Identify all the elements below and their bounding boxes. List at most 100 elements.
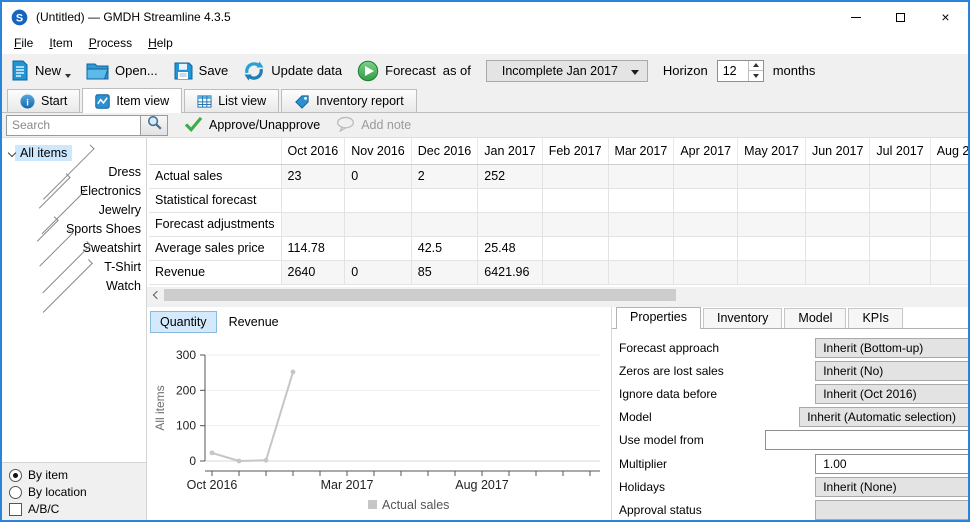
table-cell[interactable]: [542, 164, 608, 188]
table-cell[interactable]: 252: [478, 164, 542, 188]
table-cell[interactable]: [478, 188, 542, 212]
table-cell[interactable]: [411, 212, 478, 236]
tree-item-jewelry[interactable]: Jewelry: [2, 200, 146, 219]
table-cell[interactable]: [738, 260, 806, 284]
horizon-spin-up[interactable]: [749, 61, 763, 72]
table-cell[interactable]: [674, 260, 738, 284]
table-cell[interactable]: [542, 188, 608, 212]
table-cell[interactable]: 114.78: [281, 236, 345, 260]
maximize-button[interactable]: [878, 2, 923, 32]
table-horizontal-scrollbar[interactable]: [147, 287, 970, 303]
table-cell[interactable]: [345, 212, 412, 236]
table-cell[interactable]: [345, 236, 412, 260]
forecast-period-dropdown[interactable]: Incomplete Jan 2017: [486, 60, 648, 82]
approval-status-dropdown[interactable]: [815, 500, 970, 520]
table-cell[interactable]: [805, 236, 869, 260]
table-cell[interactable]: [930, 188, 970, 212]
table-cell[interactable]: 6421.96: [478, 260, 542, 284]
minimize-button[interactable]: [833, 2, 878, 32]
chart-tab-quantity[interactable]: Quantity: [150, 311, 217, 333]
menu-item-item[interactable]: Item: [41, 34, 80, 52]
table-cell[interactable]: [608, 260, 674, 284]
tab-list-view[interactable]: List view: [184, 89, 279, 112]
holidays-dropdown[interactable]: Inherit (None): [815, 477, 970, 497]
table-cell[interactable]: [411, 188, 478, 212]
table-cell[interactable]: [930, 212, 970, 236]
horizon-spin-down[interactable]: [749, 71, 763, 81]
table-cell[interactable]: [738, 164, 806, 188]
tree-item-dress[interactable]: Dress: [2, 162, 146, 181]
chart-tab-revenue[interactable]: Revenue: [219, 311, 289, 333]
zeros-are-lost-sales-dropdown[interactable]: Inherit (No): [815, 361, 970, 381]
table-cell[interactable]: 85: [411, 260, 478, 284]
table-cell[interactable]: [930, 260, 970, 284]
tree-item-watch[interactable]: Watch: [2, 276, 146, 295]
table-cell[interactable]: 25.48: [478, 236, 542, 260]
add-note-button[interactable]: Add note: [336, 116, 411, 135]
table-cell[interactable]: [345, 188, 412, 212]
scroll-left-button[interactable]: [147, 287, 163, 303]
table-cell[interactable]: [738, 236, 806, 260]
table-cell[interactable]: 0: [345, 164, 412, 188]
tab-item-view[interactable]: Item view: [82, 88, 182, 113]
table-cell[interactable]: [805, 164, 869, 188]
table-cell[interactable]: [870, 188, 930, 212]
ignore-data-before-dropdown[interactable]: Inherit (Oct 2016): [815, 384, 970, 404]
table-cell[interactable]: [674, 164, 738, 188]
table-cell[interactable]: [542, 212, 608, 236]
tab-start[interactable]: iStart: [7, 89, 80, 112]
menu-item-help[interactable]: Help: [140, 34, 181, 52]
props-tab-inventory[interactable]: Inventory: [703, 308, 782, 328]
table-cell[interactable]: [870, 164, 930, 188]
menu-item-process[interactable]: Process: [81, 34, 140, 52]
horizontal-scroll-thumb[interactable]: [164, 289, 676, 301]
open-button[interactable]: Open...: [86, 61, 158, 80]
table-cell[interactable]: 2: [411, 164, 478, 188]
close-button[interactable]: ×: [923, 2, 968, 32]
table-cell[interactable]: [608, 212, 674, 236]
table-cell[interactable]: [542, 260, 608, 284]
horizon-input[interactable]: [718, 61, 748, 81]
table-cell[interactable]: 0: [345, 260, 412, 284]
table-cell[interactable]: [608, 164, 674, 188]
model-dropdown[interactable]: Inherit (Automatic selection): [799, 407, 970, 427]
tab-inventory-report[interactable]: Inventory report: [281, 89, 417, 112]
table-cell[interactable]: [478, 212, 542, 236]
table-cell[interactable]: [608, 236, 674, 260]
tree-item-sports-shoes[interactable]: Sports Shoes: [2, 219, 146, 238]
table-cell[interactable]: 23: [281, 164, 345, 188]
table-cell[interactable]: [542, 236, 608, 260]
multiplier-spinner[interactable]: 1.00: [815, 454, 970, 474]
table-cell[interactable]: [805, 212, 869, 236]
table-cell[interactable]: [870, 260, 930, 284]
table-cell[interactable]: 42.5: [411, 236, 478, 260]
props-tab-properties[interactable]: Properties: [616, 307, 701, 329]
table-cell[interactable]: [870, 212, 930, 236]
table-cell[interactable]: [805, 188, 869, 212]
table-cell[interactable]: [870, 236, 930, 260]
table-cell[interactable]: [608, 188, 674, 212]
table-cell[interactable]: [805, 260, 869, 284]
use-model-from-combobox[interactable]: [765, 430, 970, 450]
table-cell[interactable]: [674, 188, 738, 212]
radio-by-location[interactable]: By location: [9, 485, 139, 499]
radio-by-item[interactable]: By item: [9, 468, 139, 482]
forecast-approach-dropdown[interactable]: Inherit (Bottom-up): [815, 338, 970, 358]
update-data-button[interactable]: Update data: [243, 60, 342, 82]
save-button[interactable]: Save: [173, 61, 229, 81]
table-cell[interactable]: [674, 236, 738, 260]
forecast-button[interactable]: Forecast: [357, 60, 436, 82]
table-cell[interactable]: [281, 188, 345, 212]
props-tab-kpis[interactable]: KPIs: [848, 308, 902, 328]
table-cell[interactable]: [930, 236, 970, 260]
approve-unapprove-button[interactable]: Approve/Unapprove: [184, 116, 320, 135]
search-button[interactable]: [141, 115, 168, 136]
table-cell[interactable]: [281, 212, 345, 236]
table-cell[interactable]: [738, 212, 806, 236]
checkbox-a-b-c[interactable]: A/B/C: [9, 502, 139, 516]
table-cell[interactable]: 2640: [281, 260, 345, 284]
table-cell[interactable]: [930, 164, 970, 188]
new-button[interactable]: New: [10, 60, 71, 81]
table-cell[interactable]: [738, 188, 806, 212]
table-cell[interactable]: [674, 212, 738, 236]
